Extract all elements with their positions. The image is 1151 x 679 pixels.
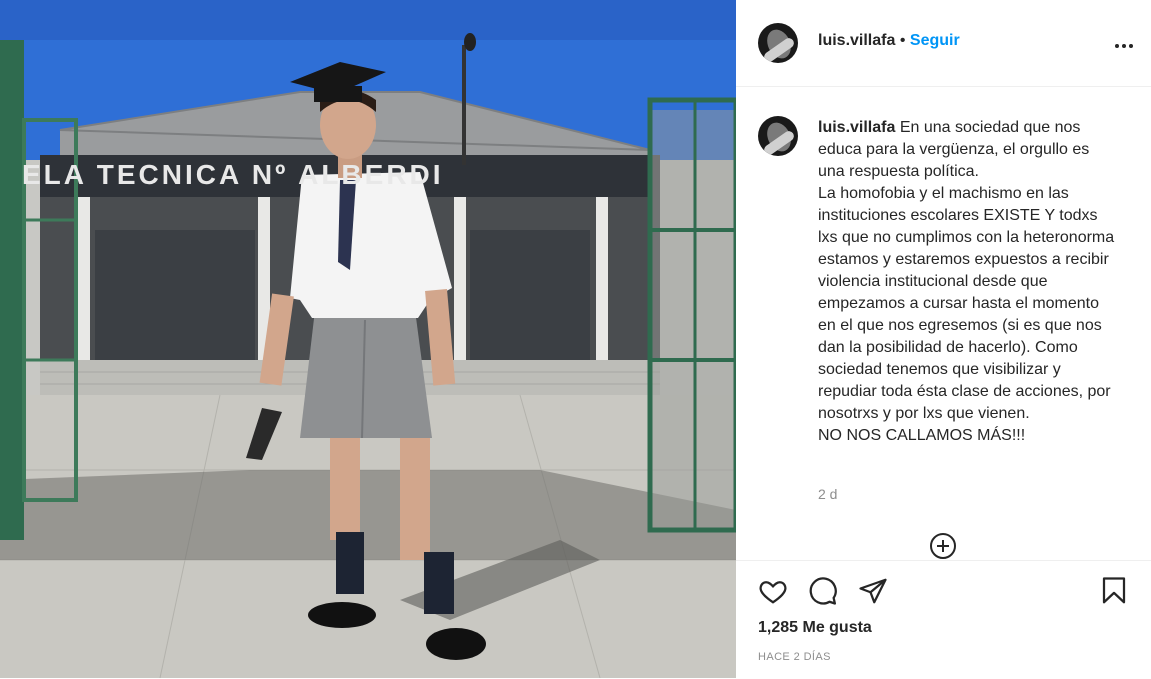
- likes-count[interactable]: 1,285 Me gusta: [758, 619, 872, 637]
- post-sidebar: luis.villafa • Seguir luis.villafa En un…: [736, 0, 1151, 679]
- post-photo-image: ELA TECNICA Nº ALBERDI: [0, 0, 736, 678]
- post-date[interactable]: HACE 2 DÍAS: [758, 651, 831, 663]
- heart-icon[interactable]: [758, 576, 788, 611]
- caption: luis.villafa En una sociedad que nos edu…: [818, 117, 1118, 447]
- building-sign-text: ELA TECNICA Nº ALBERDI: [22, 159, 444, 190]
- caption-avatar[interactable]: [758, 116, 798, 156]
- post-photo[interactable]: ELA TECNICA Nº ALBERDI: [0, 0, 736, 678]
- separator-dot: •: [899, 32, 906, 49]
- follow-button[interactable]: Seguir: [910, 32, 960, 49]
- bookmark-icon[interactable]: [1099, 576, 1129, 611]
- caption-timestamp[interactable]: 2 d: [818, 486, 837, 502]
- caption-text: En una sociedad que nos educa para la ve…: [818, 119, 1115, 444]
- post-header: luis.villafa • Seguir: [736, 0, 1151, 87]
- comment-icon[interactable]: [808, 576, 838, 611]
- more-options-icon[interactable]: [1115, 33, 1133, 49]
- plus-circle-icon[interactable]: [930, 533, 956, 559]
- header-user-line: luis.villafa • Seguir: [818, 32, 960, 50]
- username-link[interactable]: luis.villafa: [818, 32, 895, 49]
- actions-panel: 1,285 Me gusta HACE 2 DÍAS: [736, 560, 1151, 679]
- caption-username-link[interactable]: luis.villafa: [818, 119, 895, 136]
- paper-plane-icon[interactable]: [858, 576, 888, 611]
- avatar[interactable]: [758, 23, 798, 63]
